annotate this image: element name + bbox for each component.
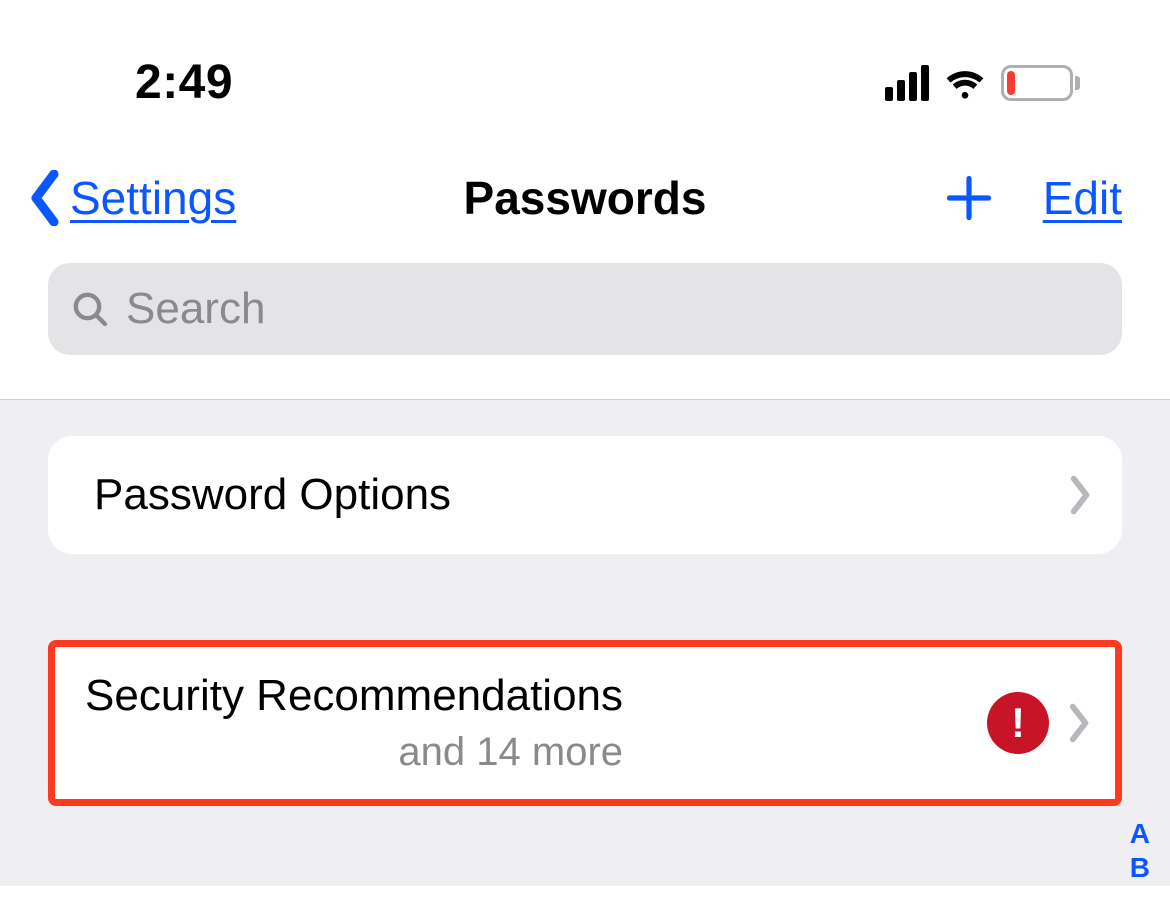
back-label: Settings — [70, 171, 236, 225]
wifi-icon — [943, 61, 987, 105]
security-recommendations-subtext: and 14 more — [85, 730, 623, 775]
nav-header: Settings Passwords Edit — [0, 120, 1170, 251]
security-recommendations-highlight: Security Recommendations and 14 more ! — [48, 640, 1122, 806]
status-bar: 2:49 — [0, 0, 1170, 120]
battery-icon — [1001, 65, 1080, 101]
search-icon — [70, 289, 110, 329]
index-letter[interactable]: A — [1130, 818, 1150, 850]
search-input[interactable] — [126, 284, 1100, 334]
chevron-right-icon — [1069, 703, 1091, 743]
page-title: Passwords — [464, 171, 707, 225]
chevron-right-icon — [1070, 475, 1092, 515]
search-bar[interactable] — [48, 263, 1122, 355]
password-options-label: Password Options — [94, 470, 451, 520]
security-recommendations-row[interactable]: Security Recommendations and 14 more ! — [55, 647, 1115, 799]
password-options-row[interactable]: Password Options — [48, 436, 1122, 554]
section-index-rail[interactable]: A B — [1130, 818, 1150, 884]
edit-button[interactable]: Edit — [1043, 171, 1122, 225]
status-indicators — [885, 61, 1080, 105]
add-button[interactable] — [943, 172, 995, 224]
alert-badge-icon: ! — [987, 692, 1049, 754]
back-button[interactable]: Settings — [28, 170, 236, 226]
security-recommendations-label: Security Recommendations — [85, 671, 623, 722]
password-options-group: Password Options — [48, 436, 1122, 554]
content-area: Password Options Security Recommendation… — [0, 400, 1170, 886]
chevron-left-icon — [28, 170, 64, 226]
status-time: 2:49 — [135, 55, 233, 110]
cellular-signal-icon — [885, 65, 929, 101]
index-letter[interactable]: B — [1130, 852, 1150, 884]
